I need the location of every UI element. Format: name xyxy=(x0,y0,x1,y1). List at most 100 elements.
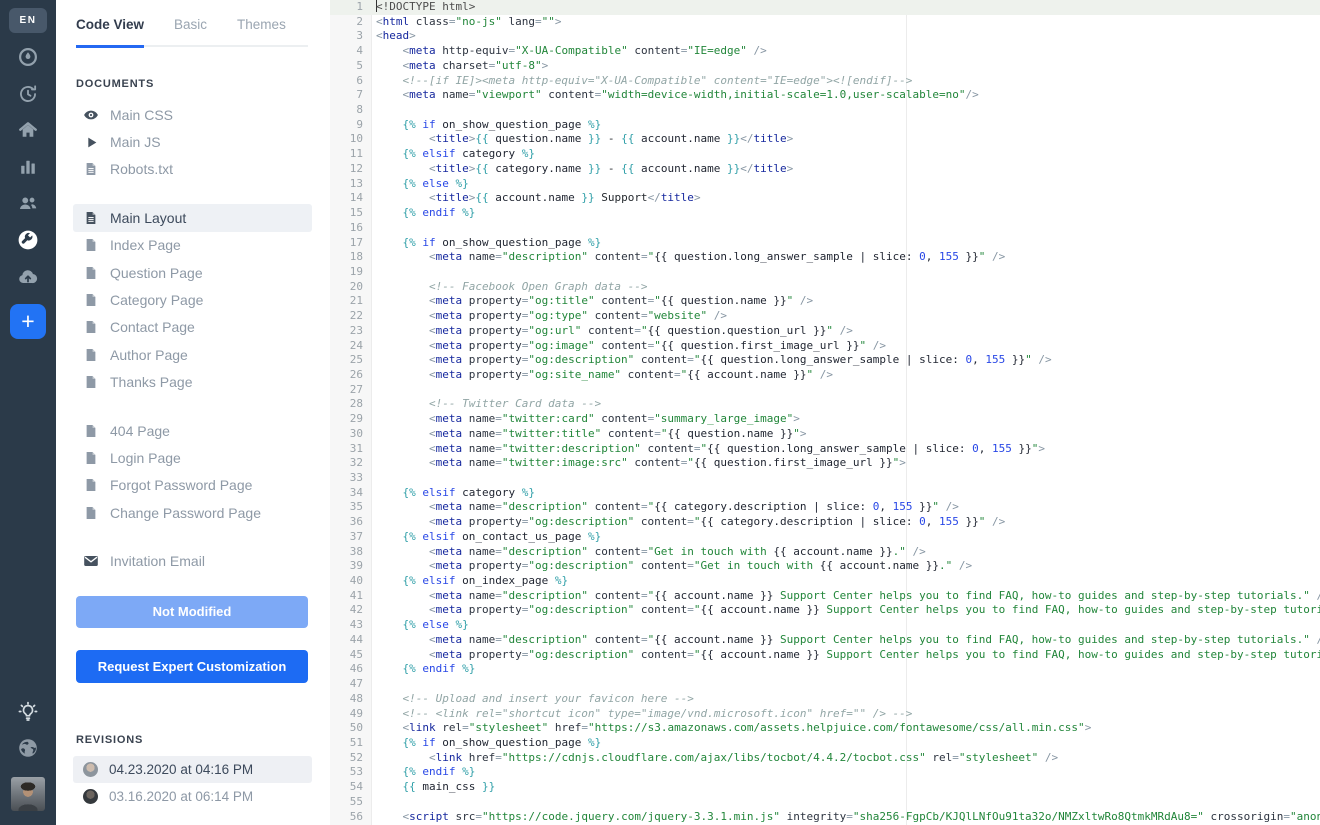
code-line-40[interactable]: 40 {% elsif on_index_page %} xyxy=(330,574,1320,589)
code-line-20[interactable]: 20 <!-- Facebook Open Graph data --> xyxy=(330,280,1320,295)
users-icon[interactable] xyxy=(16,191,40,215)
line-content: <meta property="og:description" content=… xyxy=(372,648,1320,663)
home-icon[interactable] xyxy=(16,118,40,142)
code-line-39[interactable]: 39 <meta property="og:description" conte… xyxy=(330,559,1320,574)
document-forgot-password-page[interactable]: Forgot Password Page xyxy=(73,472,312,499)
code-line-9[interactable]: 9 {% if on_show_question_page %} xyxy=(330,118,1320,133)
analytics-icon[interactable] xyxy=(16,155,40,179)
request-expert-customization-button[interactable]: Request Expert Customization xyxy=(76,650,308,683)
document-change-password-page[interactable]: Change Password Page xyxy=(73,499,312,526)
revision-item[interactable]: 03.16.2020 at 06:14 PM xyxy=(73,783,312,810)
code-line-30[interactable]: 30 <meta name="twitter:title" content="{… xyxy=(330,427,1320,442)
document-label: Main Layout xyxy=(110,210,186,226)
line-number: 13 xyxy=(330,177,372,192)
document-category-page[interactable]: Category Page xyxy=(73,286,312,313)
document-contact-page[interactable]: Contact Page xyxy=(73,314,312,341)
code-line-18[interactable]: 18 <meta name="description" content="{{ … xyxy=(330,250,1320,265)
user-avatar[interactable] xyxy=(11,777,45,811)
document-login-page[interactable]: Login Page xyxy=(73,444,312,471)
code-line-48[interactable]: 48 <!-- Upload and insert your favicon h… xyxy=(330,692,1320,707)
code-line-31[interactable]: 31 <meta name="twitter:description" cont… xyxy=(330,442,1320,457)
code-line-52[interactable]: 52 <link href="https://cdnjs.cloudflare.… xyxy=(330,751,1320,766)
globe-icon[interactable] xyxy=(16,736,40,760)
code-line-24[interactable]: 24 <meta property="og:image" content="{{… xyxy=(330,339,1320,354)
document-author-page[interactable]: Author Page xyxy=(73,341,312,368)
locale-badge[interactable]: EN xyxy=(9,8,47,33)
code-line-13[interactable]: 13 {% else %} xyxy=(330,177,1320,192)
history-icon[interactable] xyxy=(16,82,40,106)
documents-panel: Code ViewBasicThemes DOCUMENTS Main CSSM… xyxy=(56,0,330,825)
code-line-50[interactable]: 50 <link rel="stylesheet" href="https://… xyxy=(330,721,1320,736)
code-line-12[interactable]: 12 <title>{{ category.name }} - {{ accou… xyxy=(330,162,1320,177)
line-number: 56 xyxy=(330,810,372,825)
code-line-29[interactable]: 29 <meta name="twitter:card" content="su… xyxy=(330,412,1320,427)
code-line-7[interactable]: 7 <meta name="viewport" content="width=d… xyxy=(330,88,1320,103)
tab-themes[interactable]: Themes xyxy=(237,17,286,45)
revision-item[interactable]: 04.23.2020 at 04:16 PM xyxy=(73,756,312,783)
line-number: 8 xyxy=(330,103,372,118)
code-line-51[interactable]: 51 {% if on_show_question_page %} xyxy=(330,736,1320,751)
code-line-35[interactable]: 35 <meta name="description" content="{{ … xyxy=(330,500,1320,515)
not-modified-button[interactable]: Not Modified xyxy=(76,596,308,628)
code-line-22[interactable]: 22 <meta property="og:type" content="web… xyxy=(330,309,1320,324)
code-line-28[interactable]: 28 <!-- Twitter Card data --> xyxy=(330,397,1320,412)
document-main-js[interactable]: Main JS xyxy=(73,128,312,155)
code-line-26[interactable]: 26 <meta property="og:site_name" content… xyxy=(330,368,1320,383)
code-line-54[interactable]: 54 {{ main_css }} xyxy=(330,780,1320,795)
code-line-6[interactable]: 6 <!--[if IE]><meta http-equiv="X-UA-Com… xyxy=(330,74,1320,89)
code-line-2[interactable]: 2<html class="no-js" lang=""> xyxy=(330,15,1320,30)
code-line-8[interactable]: 8 xyxy=(330,103,1320,118)
code-line-49[interactable]: 49 <!-- <link rel="shortcut icon" type="… xyxy=(330,707,1320,722)
code-line-10[interactable]: 10 <title>{{ question.name }} - {{ accou… xyxy=(330,132,1320,147)
code-line-1[interactable]: 1<!DOCTYPE html> xyxy=(330,0,1320,15)
file-icon xyxy=(83,237,99,253)
code-line-3[interactable]: 3<head> xyxy=(330,29,1320,44)
document-question-page[interactable]: Question Page xyxy=(73,259,312,286)
code-line-33[interactable]: 33 xyxy=(330,471,1320,486)
code-line-23[interactable]: 23 <meta property="og:url" content="{{ q… xyxy=(330,324,1320,339)
code-line-36[interactable]: 36 <meta property="og:description" conte… xyxy=(330,515,1320,530)
document-label: Robots.txt xyxy=(110,161,173,177)
document-404-page[interactable]: 404 Page xyxy=(73,417,312,444)
code-line-53[interactable]: 53 {% endif %} xyxy=(330,765,1320,780)
code-line-5[interactable]: 5 <meta charset="utf-8"> xyxy=(330,59,1320,74)
document-index-page[interactable]: Index Page xyxy=(73,232,312,259)
tab-code-view[interactable]: Code View xyxy=(76,17,144,48)
line-content: <meta name="viewport" content="width=dev… xyxy=(372,88,979,103)
code-line-34[interactable]: 34 {% elsif category %} xyxy=(330,486,1320,501)
code-line-37[interactable]: 37 {% elsif on_contact_us_page %} xyxy=(330,530,1320,545)
code-line-17[interactable]: 17 {% if on_show_question_page %} xyxy=(330,236,1320,251)
code-line-4[interactable]: 4 <meta http-equiv="X-UA-Compatible" con… xyxy=(330,44,1320,59)
code-line-47[interactable]: 47 xyxy=(330,677,1320,692)
code-line-38[interactable]: 38 <meta name="description" content="Get… xyxy=(330,545,1320,560)
code-line-56[interactable]: 56 <script src="https://code.jquery.com/… xyxy=(330,810,1320,825)
code-line-16[interactable]: 16 xyxy=(330,221,1320,236)
cloud-upload-icon[interactable] xyxy=(16,265,40,289)
document-main-layout[interactable]: Main Layout xyxy=(73,204,312,231)
code-line-41[interactable]: 41 <meta name="description" content="{{ … xyxy=(330,589,1320,604)
code-line-43[interactable]: 43 {% else %} xyxy=(330,618,1320,633)
customize-icon[interactable] xyxy=(16,228,40,252)
droplet-disc-icon[interactable] xyxy=(16,45,40,69)
code-line-27[interactable]: 27 xyxy=(330,383,1320,398)
code-line-42[interactable]: 42 <meta property="og:description" conte… xyxy=(330,603,1320,618)
line-number: 47 xyxy=(330,677,372,692)
document-invitation-email[interactable]: Invitation Email xyxy=(73,547,312,574)
code-line-44[interactable]: 44 <meta name="description" content="{{ … xyxy=(330,633,1320,648)
document-main-css[interactable]: Main CSS xyxy=(73,101,312,128)
lightbulb-icon[interactable] xyxy=(16,700,40,724)
code-line-55[interactable]: 55 xyxy=(330,795,1320,810)
add-button[interactable]: + xyxy=(10,304,46,339)
tab-basic[interactable]: Basic xyxy=(174,17,207,45)
code-line-25[interactable]: 25 <meta property="og:description" conte… xyxy=(330,353,1320,368)
code-line-19[interactable]: 19 xyxy=(330,265,1320,280)
code-line-32[interactable]: 32 <meta name="twitter:image:src" conten… xyxy=(330,456,1320,471)
code-line-11[interactable]: 11 {% elsif category %} xyxy=(330,147,1320,162)
code-line-21[interactable]: 21 <meta property="og:title" content="{{… xyxy=(330,294,1320,309)
code-line-45[interactable]: 45 <meta property="og:description" conte… xyxy=(330,648,1320,663)
document-robots-txt[interactable]: Robots.txt xyxy=(73,156,312,183)
code-line-15[interactable]: 15 {% endif %} xyxy=(330,206,1320,221)
document-thanks-page[interactable]: Thanks Page xyxy=(73,369,312,396)
code-line-14[interactable]: 14 <title>{{ account.name }} Support</ti… xyxy=(330,191,1320,206)
code-line-46[interactable]: 46 {% endif %} xyxy=(330,662,1320,677)
